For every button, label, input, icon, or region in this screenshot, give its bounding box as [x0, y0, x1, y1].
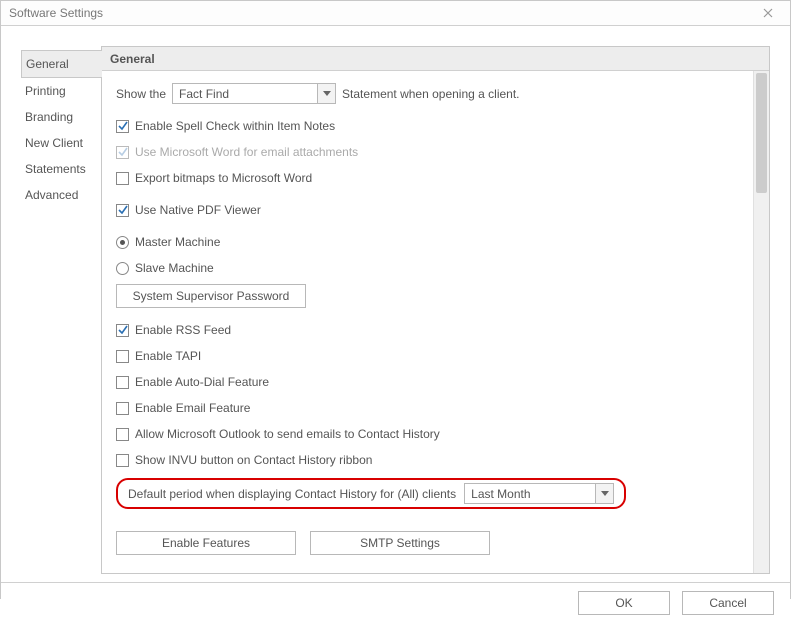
checkbox-word-attachments-label: Use Microsoft Word for email attachments	[135, 145, 358, 159]
vertical-scrollbar[interactable]	[753, 71, 769, 573]
checkbox-outlook-history-label: Allow Microsoft Outlook to send emails t…	[135, 427, 440, 441]
radio-master-machine-label: Master Machine	[135, 235, 220, 249]
checkbox-word-attachments: Use Microsoft Word for email attachments	[116, 145, 358, 159]
tab-printing[interactable]: Printing	[21, 78, 101, 104]
statement-dropdown-value: Fact Find	[173, 84, 317, 103]
checkbox-tapi-label: Enable TAPI	[135, 349, 201, 363]
checkbox-export-bitmaps[interactable]: Export bitmaps to Microsoft Word	[116, 171, 312, 185]
close-icon	[763, 8, 773, 18]
tab-general[interactable]: General	[21, 50, 101, 78]
checkbox-spell-check[interactable]: Enable Spell Check within Item Notes	[116, 119, 335, 133]
checkbox-export-bitmaps-label: Export bitmaps to Microsoft Word	[135, 171, 312, 185]
default-period-dropdown[interactable]: Last Month	[464, 483, 614, 504]
titlebar: Software Settings	[1, 1, 790, 26]
window-title: Software Settings	[9, 6, 754, 20]
chevron-down-icon	[317, 84, 335, 103]
supervisor-password-button[interactable]: System Supervisor Password	[116, 284, 306, 308]
checkbox-native-pdf[interactable]: Use Native PDF Viewer	[116, 203, 261, 217]
dialog-footer: OK Cancel	[1, 582, 790, 623]
panel-title: General	[102, 47, 769, 71]
checkbox-email-feature-label: Enable Email Feature	[135, 401, 250, 415]
checkbox-tapi[interactable]: Enable TAPI	[116, 349, 201, 363]
checkbox-rss[interactable]: Enable RSS Feed	[116, 323, 231, 337]
checkbox-autodial[interactable]: Enable Auto-Dial Feature	[116, 375, 269, 389]
tab-branding[interactable]: Branding	[21, 104, 101, 130]
smtp-settings-button[interactable]: SMTP Settings	[310, 531, 490, 555]
checkbox-spell-check-label: Enable Spell Check within Item Notes	[135, 119, 335, 133]
panel: General Show the Fact Find Statement whe…	[101, 46, 770, 574]
tab-statements[interactable]: Statements	[21, 156, 101, 182]
default-period-value: Last Month	[465, 484, 595, 503]
checkbox-outlook-history[interactable]: Allow Microsoft Outlook to send emails t…	[116, 427, 440, 441]
statement-dropdown[interactable]: Fact Find	[172, 83, 336, 104]
radio-slave-machine-label: Slave Machine	[135, 261, 214, 275]
radio-slave-machine[interactable]: Slave Machine	[116, 261, 214, 275]
show-the-prefix: Show the	[116, 87, 166, 101]
radio-master-machine[interactable]: Master Machine	[116, 235, 220, 249]
ok-button[interactable]: OK	[578, 591, 670, 615]
checkbox-email-feature[interactable]: Enable Email Feature	[116, 401, 250, 415]
scrollbar-thumb[interactable]	[756, 73, 767, 193]
enable-features-button[interactable]: Enable Features	[116, 531, 296, 555]
tab-list: General Printing Branding New Client Sta…	[21, 46, 101, 574]
panel-body: Show the Fact Find Statement when openin…	[102, 71, 753, 573]
checkbox-autodial-label: Enable Auto-Dial Feature	[135, 375, 269, 389]
show-the-suffix: Statement when opening a client.	[342, 87, 519, 101]
checkbox-invu-button[interactable]: Show INVU button on Contact History ribb…	[116, 453, 372, 467]
tab-advanced[interactable]: Advanced	[21, 182, 101, 208]
checkbox-invu-button-label: Show INVU button on Contact History ribb…	[135, 453, 372, 467]
chevron-down-icon	[595, 484, 613, 503]
close-button[interactable]	[754, 1, 782, 25]
tab-new-client[interactable]: New Client	[21, 130, 101, 156]
checkbox-rss-label: Enable RSS Feed	[135, 323, 231, 337]
default-period-label: Default period when displaying Contact H…	[128, 487, 456, 501]
highlight-default-period: Default period when displaying Contact H…	[116, 478, 626, 509]
settings-window: Software Settings General Printing Brand…	[0, 0, 791, 599]
cancel-button[interactable]: Cancel	[682, 591, 774, 615]
checkbox-native-pdf-label: Use Native PDF Viewer	[135, 203, 261, 217]
